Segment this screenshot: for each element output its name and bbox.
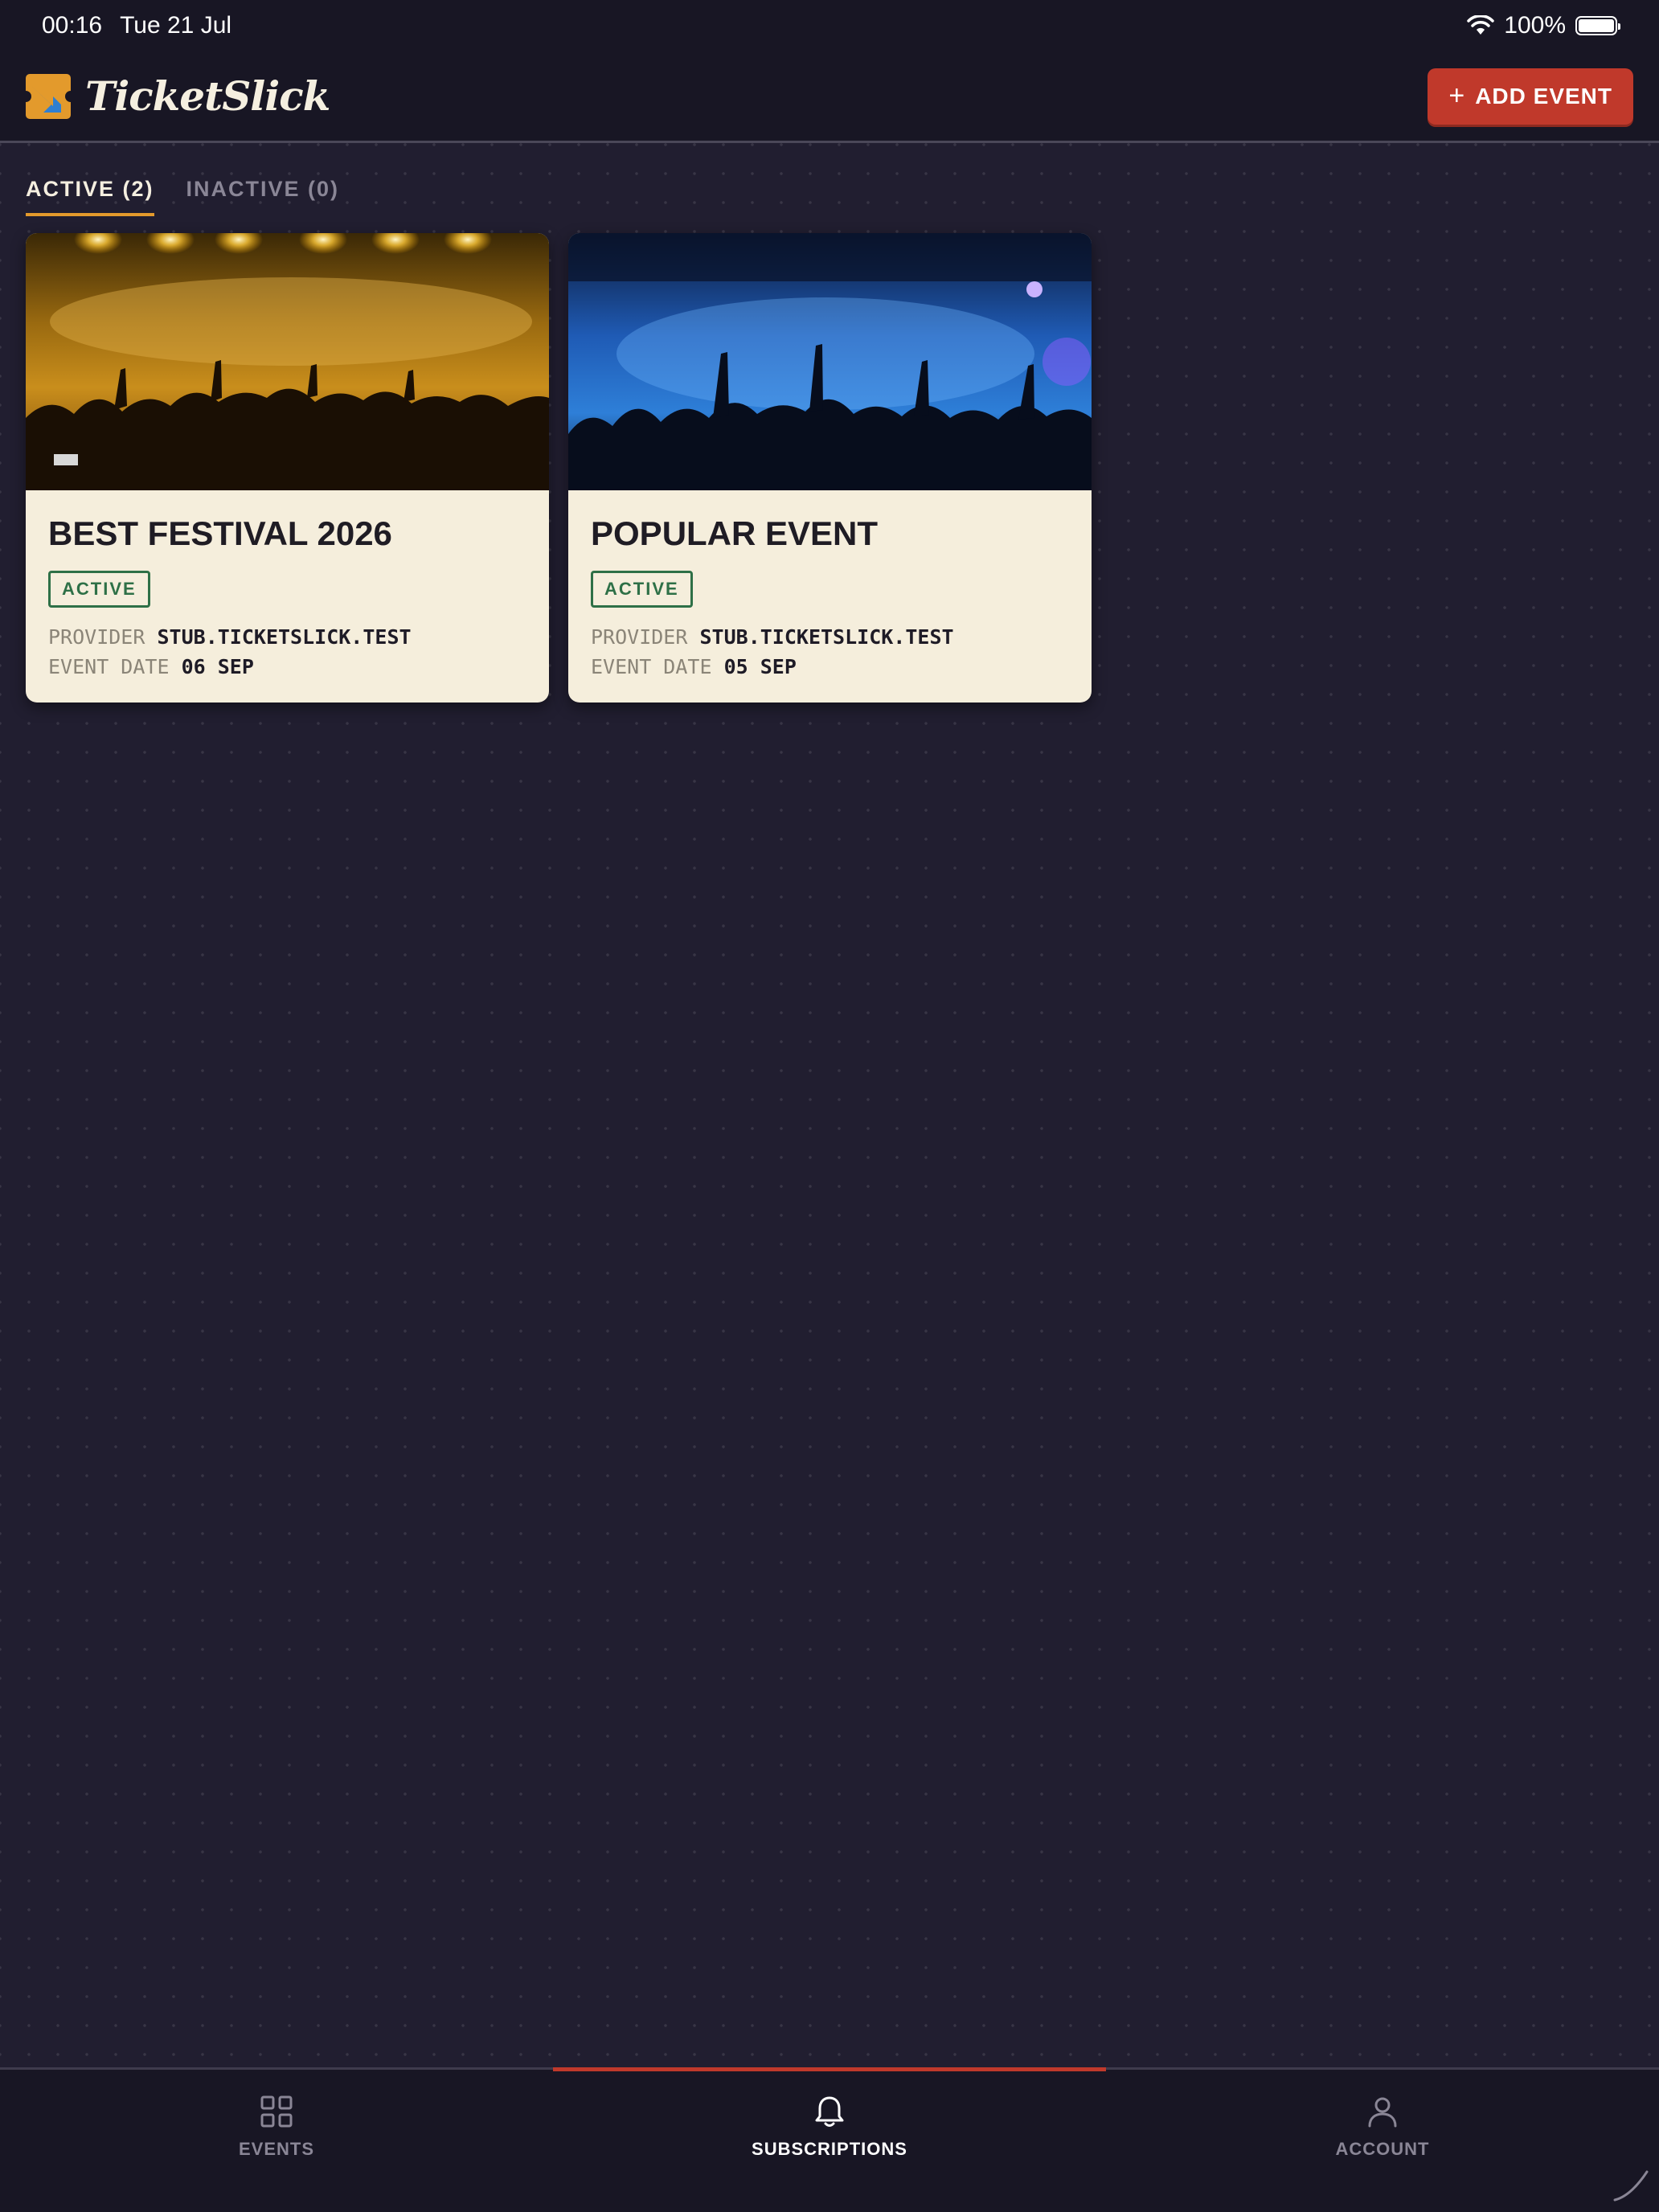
event-image (26, 233, 549, 490)
event-title: BEST FESTIVAL 2026 (48, 514, 392, 552)
battery-percent: 100% (1504, 12, 1566, 39)
event-date-value: 05 SEP (723, 655, 797, 678)
bottom-nav: EVENTS SUBSCRIPTIONS ACCOUNT (0, 2067, 1659, 2212)
corner-handle-icon (1613, 2170, 1649, 2202)
provider-value: STUB.TICKETSLICK.TEST (157, 625, 412, 649)
provider-row: PROVIDER STUB.TICKETSLICK.TEST (48, 622, 526, 652)
status-time: 00:16 (42, 12, 103, 39)
event-date-label: EVENT DATE (48, 655, 170, 678)
wifi-icon (1467, 15, 1495, 35)
event-tabs: ACTIVE (2) INACTIVE (0) (26, 177, 339, 216)
status-bar: 00:16 Tue 21 Jul 100% (0, 0, 1659, 51)
event-title: POPULAR EVENT (591, 514, 879, 552)
add-event-label: ADD EVENT (1475, 83, 1612, 109)
brand[interactable]: TicketSlick (26, 72, 330, 120)
nav-account[interactable]: ACCOUNT (1106, 2070, 1659, 2212)
grid-icon (260, 2095, 293, 2128)
event-date-label: EVENT DATE (591, 655, 712, 678)
event-meta: PROVIDER STUB.TICKETSLICK.TEST EVENT DAT… (591, 622, 1069, 682)
provider-label: PROVIDER (591, 625, 688, 649)
nav-subscriptions[interactable]: SUBSCRIPTIONS (553, 2067, 1106, 2212)
nav-account-label: ACCOUNT (1335, 2139, 1430, 2159)
event-date-row: EVENT DATE 06 SEP (48, 652, 526, 682)
battery-icon (1575, 16, 1620, 35)
status-badge: ACTIVE (591, 571, 693, 608)
event-card[interactable]: BEST FESTIVAL 2026 ACTIVE PROVIDER STUB.… (26, 233, 549, 703)
event-card-body: BEST FESTIVAL 2026 ACTIVE PROVIDER STUB.… (26, 490, 549, 682)
tab-inactive[interactable]: INACTIVE (0) (186, 177, 340, 216)
app-header: TicketSlick + ADD EVENT (0, 51, 1659, 143)
event-date-value: 06 SEP (181, 655, 254, 678)
plus-icon: + (1448, 80, 1466, 111)
provider-label: PROVIDER (48, 625, 145, 649)
status-badge: ACTIVE (48, 571, 150, 608)
event-image (568, 233, 1092, 490)
tab-active[interactable]: ACTIVE (2) (26, 177, 154, 216)
event-date-row: EVENT DATE 05 SEP (591, 652, 1069, 682)
event-card-body: POPULAR EVENT ACTIVE PROVIDER STUB.TICKE… (568, 490, 1092, 682)
person-icon (1368, 2097, 1397, 2128)
event-meta: PROVIDER STUB.TICKETSLICK.TEST EVENT DAT… (48, 622, 526, 682)
brand-name: TicketSlick (85, 72, 330, 120)
nav-events[interactable]: EVENTS (0, 2070, 553, 2212)
event-card[interactable]: POPULAR EVENT ACTIVE PROVIDER STUB.TICKE… (568, 233, 1092, 703)
status-left: 00:16 Tue 21 Jul (42, 12, 231, 39)
logo-icon (26, 73, 71, 119)
status-date: Tue 21 Jul (120, 12, 232, 39)
status-right: 100% (1467, 12, 1620, 39)
add-event-button[interactable]: + ADD EVENT (1428, 68, 1633, 125)
provider-value: STUB.TICKETSLICK.TEST (699, 625, 954, 649)
event-list: BEST FESTIVAL 2026 ACTIVE PROVIDER STUB.… (26, 233, 1092, 703)
nav-subscriptions-label: SUBSCRIPTIONS (752, 2139, 907, 2159)
bell-icon (815, 2096, 844, 2127)
provider-row: PROVIDER STUB.TICKETSLICK.TEST (591, 622, 1069, 652)
nav-events-label: EVENTS (238, 2139, 315, 2159)
